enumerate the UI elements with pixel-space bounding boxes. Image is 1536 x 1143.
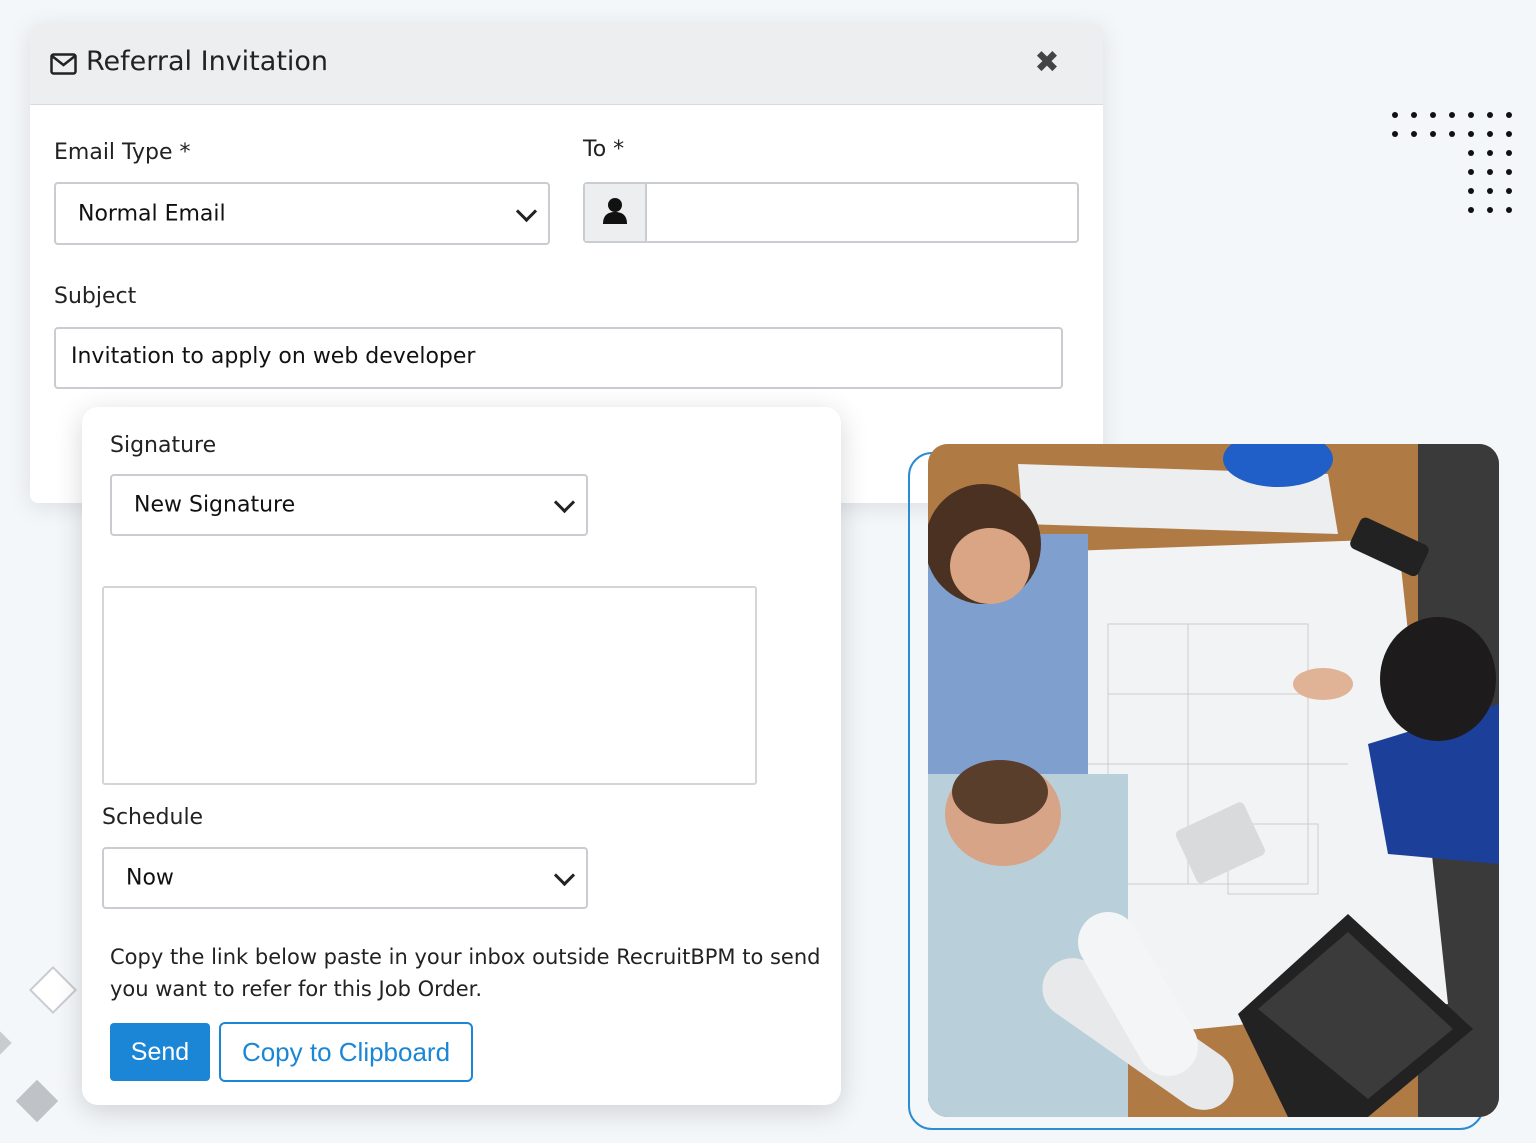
subject-label: Subject: [54, 284, 137, 309]
modal-header: Referral Invitation ✖: [30, 24, 1103, 105]
diamond-edge-decoration: [0, 1030, 12, 1056]
email-type-select[interactable]: Normal Email: [54, 182, 550, 245]
dot: [1468, 131, 1474, 137]
dot-pattern-decoration: [1392, 112, 1516, 232]
dot: [1487, 131, 1493, 137]
schedule-select[interactable]: Now: [102, 847, 588, 909]
send-button[interactable]: Send: [110, 1023, 210, 1081]
dot: [1392, 112, 1398, 118]
dot: [1411, 112, 1417, 118]
signature-label: Signature: [110, 433, 217, 458]
diamond-solid-decoration: [15, 1079, 59, 1123]
dot: [1430, 112, 1436, 118]
dot: [1506, 169, 1512, 175]
modal-title: Referral Invitation: [86, 46, 329, 77]
dot: [1468, 169, 1474, 175]
dot: [1468, 150, 1474, 156]
dot: [1411, 131, 1417, 137]
signature-select[interactable]: New Signature: [110, 474, 588, 536]
dot: [1487, 150, 1493, 156]
subject-value: Invitation to apply on web developer: [71, 344, 476, 369]
dot: [1506, 207, 1512, 213]
to-label: To *: [583, 137, 625, 162]
dot: [1468, 207, 1474, 213]
dot: [1487, 207, 1493, 213]
photo-illustration: [928, 444, 1499, 1117]
dot: [1392, 131, 1398, 137]
diamond-outline-decoration: [28, 965, 78, 1015]
signature-card: Signature New Signature Schedule Now Cop…: [82, 407, 841, 1105]
chevron-down-icon: [515, 200, 538, 222]
user-icon: [603, 198, 627, 224]
help-text: Copy the link below paste in your inbox …: [110, 945, 821, 1001]
dot: [1487, 112, 1493, 118]
envelope-icon: [50, 53, 77, 75]
to-field[interactable]: [583, 182, 1079, 243]
dot: [1487, 169, 1493, 175]
chevron-down-icon: [553, 491, 576, 514]
signature-textarea[interactable]: [102, 586, 757, 785]
subject-input[interactable]: Invitation to apply on web developer: [54, 327, 1063, 389]
chevron-down-icon: [553, 864, 576, 887]
dot: [1430, 131, 1436, 137]
dot: [1506, 112, 1512, 118]
signature-value: New Signature: [134, 492, 296, 518]
dot: [1449, 131, 1455, 137]
team-meeting-photo: [928, 444, 1499, 1117]
dot: [1449, 112, 1455, 118]
dot: [1468, 188, 1474, 194]
schedule-label: Schedule: [102, 805, 204, 830]
dot: [1468, 112, 1474, 118]
dot: [1506, 150, 1512, 156]
copy-to-clipboard-button[interactable]: Copy to Clipboard: [219, 1022, 473, 1082]
dot: [1487, 188, 1493, 194]
dot: [1506, 131, 1512, 137]
close-icon[interactable]: ✖: [1033, 48, 1061, 78]
to-addon: [585, 184, 647, 241]
schedule-value: Now: [126, 865, 174, 891]
email-type-label: Email Type *: [54, 140, 191, 165]
email-type-value: Normal Email: [78, 201, 226, 226]
dot: [1506, 188, 1512, 194]
